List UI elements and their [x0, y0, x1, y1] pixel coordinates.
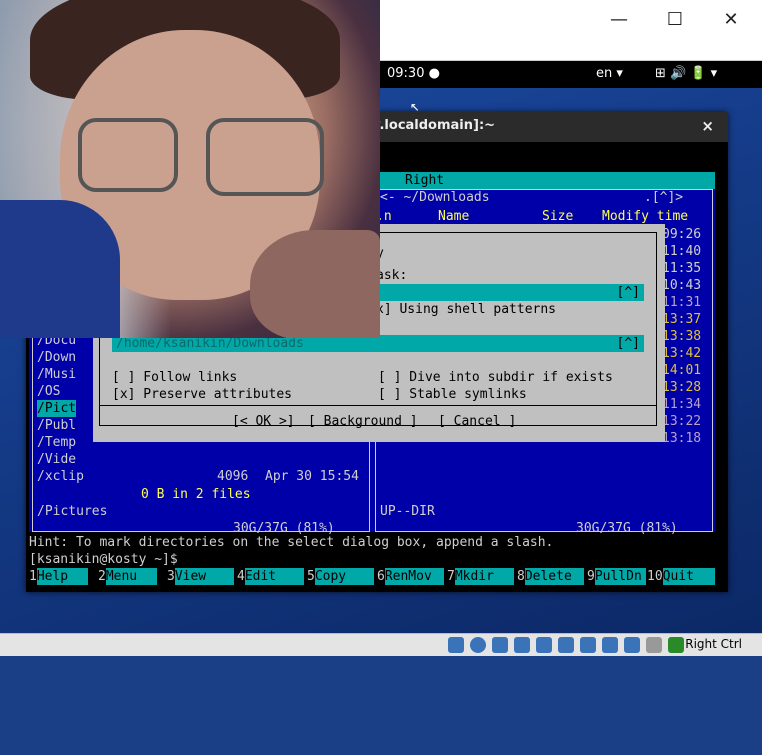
row-time: 13:42: [662, 346, 702, 361]
host-key-label: Right Ctrl: [685, 637, 742, 651]
list-item[interactable]: /Vide: [37, 451, 76, 468]
shell-patterns-checkbox[interactable]: x] Using shell patterns: [376, 301, 556, 318]
webcam-hand: [250, 230, 380, 338]
current-path: UP--DIR: [380, 504, 435, 519]
webcam-overlay: [0, 0, 380, 338]
webcam-glasses-right: [206, 118, 324, 196]
dialog-divider: [100, 405, 656, 406]
list-item[interactable]: /Temp: [37, 434, 76, 451]
current-path: /Pictures: [37, 504, 108, 519]
function-key-bar: 1Help 2Menu 3View 4Edit 5Copy 6RenMov 7M…: [29, 568, 715, 585]
row-time: 09:26: [662, 227, 702, 242]
terminal-title: ty.localdomain]:~: [366, 118, 496, 133]
column-header-modify[interactable]: Modify time: [602, 208, 688, 225]
network-icon[interactable]: [514, 637, 530, 653]
panel-title: <- ~/Downloads: [380, 190, 490, 205]
row-time: 13:22: [662, 414, 702, 429]
fkey-edit[interactable]: 4Edit: [237, 568, 304, 585]
clock[interactable]: 09:30 ●: [387, 66, 440, 81]
fkey-pulldn[interactable]: 9PullDn: [587, 568, 646, 585]
list-item[interactable]: /OS: [37, 383, 60, 400]
row-time: 10:43: [662, 278, 702, 293]
virtualbox-status-bar: Right Ctrl: [0, 633, 762, 656]
follow-links-checkbox[interactable]: [ ] Follow links: [112, 369, 237, 386]
mouse-integration-icon[interactable]: [646, 637, 662, 653]
file-mtime: Apr 30 15:54: [265, 469, 359, 484]
fkey-quit[interactable]: 10Quit: [647, 568, 715, 585]
mask-label: ask:: [376, 268, 408, 283]
language-selector[interactable]: en ▾: [596, 66, 623, 81]
list-item[interactable]: /xclip: [37, 468, 84, 485]
system-tray-icons[interactable]: ⊞ 🔊 🔋 ▾: [655, 66, 717, 81]
row-time: 13:37: [662, 312, 702, 327]
shared-folders-icon[interactable]: [558, 637, 574, 653]
usb-icon[interactable]: [536, 637, 552, 653]
row-time: 13:38: [662, 329, 702, 344]
list-item-selected[interactable]: /Pict: [37, 400, 77, 417]
stable-symlinks-checkbox[interactable]: [ ] Stable symlinks: [378, 386, 527, 403]
row-time: 13:18: [662, 431, 702, 446]
column-header-name[interactable]: Name: [438, 208, 469, 225]
fkey-mkdir[interactable]: 7Mkdir: [447, 568, 514, 585]
ok-button[interactable]: [< OK >]: [232, 413, 295, 430]
keyboard-capture-icon[interactable]: [668, 637, 684, 653]
panel-summary: 0 B in 2 files: [141, 487, 251, 502]
list-item[interactable]: /Down: [37, 349, 76, 366]
audio-icon[interactable]: [492, 637, 508, 653]
webcam-glasses-left: [78, 118, 178, 192]
row-time: 11:35: [662, 261, 702, 276]
preserve-attributes-checkbox[interactable]: [x] Preserve attributes: [112, 386, 292, 403]
video-capture-icon[interactable]: [602, 637, 618, 653]
fkey-delete[interactable]: 8Delete: [517, 568, 584, 585]
shell-prompt[interactable]: [ksanikin@kosty ~]$: [29, 551, 178, 568]
column-header-size[interactable]: Size: [542, 208, 573, 225]
menu-right[interactable]: Right: [405, 172, 444, 189]
close-button[interactable]: ✕: [716, 8, 746, 32]
file-size: 4096: [217, 469, 249, 484]
cancel-button[interactable]: [ Cancel ]: [438, 413, 516, 430]
fkey-view[interactable]: 3View: [167, 568, 234, 585]
display-icon[interactable]: [580, 637, 596, 653]
mask-history-button[interactable]: [^]: [617, 284, 640, 301]
terminal-close-icon[interactable]: ×: [701, 117, 714, 135]
list-item[interactable]: /Musi: [37, 366, 76, 383]
maximize-button[interactable]: ☐: [660, 8, 690, 32]
optical-drive-icon[interactable]: [470, 637, 486, 653]
row-time: 13:28: [662, 380, 702, 395]
list-item[interactable]: /Publ: [37, 417, 76, 434]
hdd-icon[interactable]: [448, 637, 464, 653]
fkey-copy[interactable]: 5Copy: [307, 568, 374, 585]
minimize-button[interactable]: —: [604, 8, 634, 32]
panel-title-controls[interactable]: .[^]>: [644, 189, 683, 206]
row-time: 11:34: [662, 397, 702, 412]
disk-usage: 30G/37G (81%): [576, 521, 678, 536]
fkey-renmov[interactable]: 6RenMov: [377, 568, 444, 585]
hint-line: Hint: To mark directories on the select …: [29, 535, 554, 550]
dive-subdir-checkbox[interactable]: [ ] Dive into subdir if exists: [378, 369, 613, 386]
row-time: 11:40: [662, 244, 702, 259]
fkey-menu[interactable]: 2Menu: [98, 568, 157, 585]
cpu-icon[interactable]: [624, 637, 640, 653]
webcam-shirt: [0, 200, 120, 338]
row-time: 11:31: [662, 295, 702, 310]
row-time: 14:01: [662, 363, 702, 378]
fkey-help[interactable]: 1Help: [29, 568, 88, 585]
target-history-button[interactable]: [^]: [617, 335, 640, 352]
background-button[interactable]: [ Background ]: [308, 413, 418, 430]
